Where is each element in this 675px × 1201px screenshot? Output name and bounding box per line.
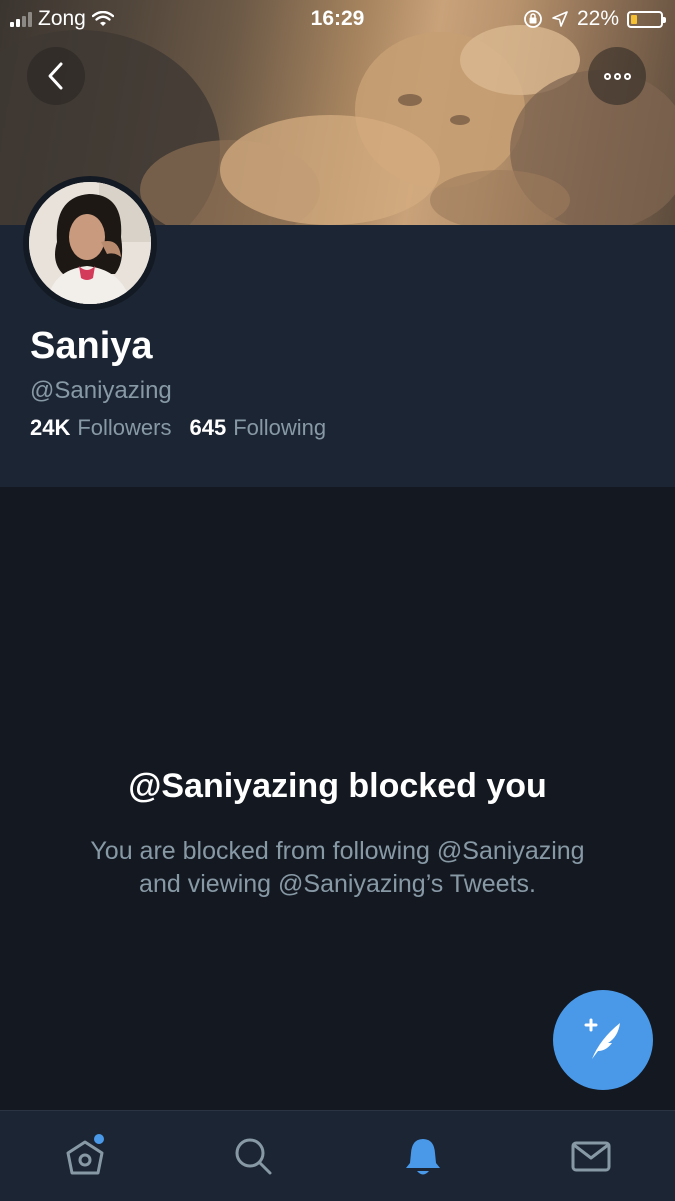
more-options-button[interactable] (588, 47, 646, 105)
search-icon (235, 1138, 272, 1175)
tab-search[interactable] (230, 1133, 276, 1179)
orientation-lock-icon (524, 10, 542, 28)
tab-notifications[interactable] (400, 1133, 446, 1179)
followers-label: Followers (77, 415, 172, 440)
blocked-description-line-1: You are blocked from following @Saniyazi… (90, 837, 585, 865)
mail-icon (571, 1141, 611, 1172)
home-icon (66, 1134, 104, 1175)
profile-display-name: Saniya (30, 325, 153, 367)
bell-icon (406, 1139, 440, 1175)
back-button[interactable] (27, 47, 85, 105)
followers-link[interactable]: 24K Followers (30, 415, 172, 441)
blocked-description-line-2: and viewing @Saniyazing’s Tweets. (139, 870, 536, 898)
blocked-title: @Saniyazing blocked you (128, 767, 547, 805)
tab-messages[interactable] (568, 1133, 614, 1179)
avatar-photo (29, 182, 151, 304)
battery-percentage: 22% (576, 7, 619, 30)
profile-handle: @Saniyazing (30, 377, 172, 404)
following-label: Following (233, 415, 327, 440)
tab-home[interactable] (62, 1133, 108, 1179)
chevron-left-icon (48, 62, 63, 90)
compose-tweet-icon (584, 1018, 620, 1059)
battery-level-fill (631, 14, 637, 24)
more-dots-icon (603, 72, 631, 80)
battery-icon (627, 10, 666, 28)
location-arrow-icon (552, 11, 568, 27)
following-count: 645 (189, 415, 227, 440)
bottom-tab-bar (0, 1110, 675, 1201)
status-bar: Zong 16:29 22% (0, 0, 675, 40)
profile-avatar[interactable] (23, 176, 157, 310)
following-link[interactable]: 645 Following (190, 415, 327, 441)
compose-tweet-button[interactable] (553, 990, 653, 1090)
followers-count: 24K (30, 415, 71, 440)
blocked-description: You are blocked from following @Saniyazi… (40, 835, 635, 901)
follow-stats: 24K Followers 645 Following (30, 415, 326, 441)
notification-dot (94, 1134, 104, 1144)
